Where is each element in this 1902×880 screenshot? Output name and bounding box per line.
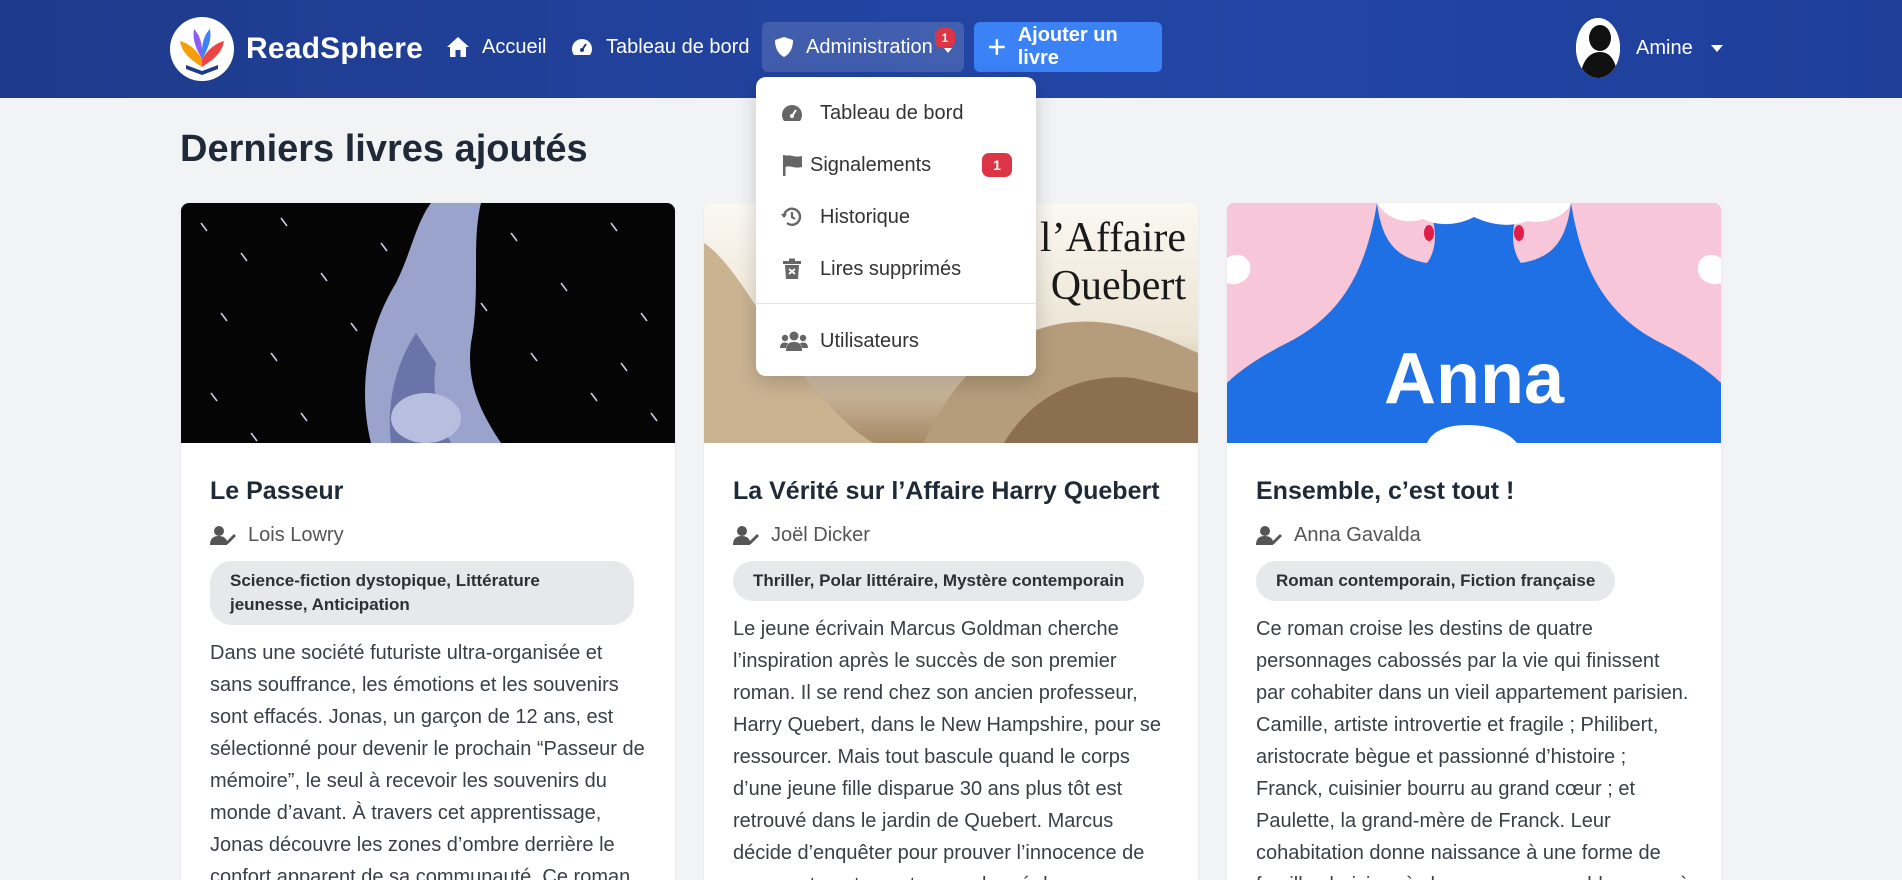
shield-icon (775, 37, 793, 57)
menu-item-deleted-books[interactable]: Lires supprimés (756, 243, 1036, 295)
genre-badge: Roman contemporain, Fiction française (1256, 561, 1616, 601)
book-title[interactable]: La Vérité sur l’Affaire Harry Quebert (733, 477, 1169, 507)
book-author: Joël Dicker (733, 523, 1169, 547)
flag-icon (783, 155, 802, 176)
book-cover (181, 203, 675, 443)
user-menu-toggle[interactable]: Amine (1576, 18, 1723, 78)
book-description: Dans une société futuriste ultra-organis… (210, 642, 645, 880)
user-name: Amine (1636, 36, 1693, 59)
brand-link[interactable]: ReadSphere (170, 17, 423, 81)
menu-divider (756, 303, 1036, 304)
brand-name: ReadSphere (246, 32, 424, 65)
gauge-icon (572, 39, 592, 55)
menu-item-history[interactable]: Historique (756, 191, 1036, 243)
cover-text: Quebert (1051, 263, 1187, 309)
trash-icon (783, 258, 801, 279)
author-icon (733, 526, 759, 545)
chevron-down-icon (1710, 44, 1723, 52)
book-cover: Anna (1227, 203, 1721, 443)
admin-notification-badge: 1 (935, 28, 955, 48)
nav-administration-label: Administration (806, 35, 933, 58)
genre-badge: Thriller, Polar littéraire, Mystère cont… (733, 561, 1145, 601)
brand-logo (170, 17, 234, 81)
administration-dropdown-menu: Tableau de bord Signalements 1 Historiqu… (756, 77, 1036, 376)
book-title[interactable]: Ensemble, c’est tout ! (1256, 477, 1692, 507)
history-icon (781, 207, 802, 226)
users-icon (780, 331, 808, 351)
reports-count-badge: 1 (982, 153, 1012, 177)
menu-item-label: Utilisateurs (820, 329, 919, 352)
page-title: Derniers livres ajoutés (180, 128, 588, 170)
menu-item-users[interactable]: Utilisateurs (756, 315, 1036, 367)
book-description: Le jeune écrivain Marcus Goldman cherche… (733, 618, 1161, 880)
add-book-label: Ajouter un livre (1017, 24, 1118, 69)
chevron-down-icon (944, 48, 952, 53)
author-icon (1256, 526, 1282, 545)
cover-text: l’Affaire (1040, 215, 1186, 261)
avatar (1576, 18, 1620, 78)
book-author-name: Lois Lowry (248, 523, 344, 546)
genre-badge: Science-fiction dystopique, Littérature … (210, 561, 634, 625)
nav-dashboard-label: Tableau de bord (606, 35, 750, 58)
menu-item-label: Signalements (810, 153, 932, 176)
nav-home[interactable]: Accueil (446, 22, 546, 72)
menu-item-label: Lires supprimés (820, 257, 962, 280)
menu-item-label: Historique (820, 205, 911, 228)
book-card[interactable]: Le Passeur Lois Lowry Science-fiction dy… (181, 203, 675, 880)
book-description: Ce roman croise les destins de quatre pe… (1256, 618, 1690, 880)
author-icon (210, 526, 236, 545)
book-author: Anna Gavalda (1256, 523, 1692, 547)
cover-text: Anna (1384, 339, 1565, 419)
add-book-button[interactable]: Ajouter un livre (974, 22, 1162, 72)
book-author-name: Joël Dicker (771, 523, 870, 546)
menu-item-reports[interactable]: Signalements 1 (756, 139, 1036, 191)
book-author-name: Anna Gavalda (1294, 523, 1421, 546)
book-card[interactable]: Anna Ensemble, c’est tout ! Anna Gavalda… (1227, 203, 1721, 880)
nav-dashboard[interactable]: Tableau de bord (570, 22, 749, 72)
menu-item-dashboard[interactable]: Tableau de bord (756, 87, 1036, 139)
gauge-icon (782, 105, 802, 121)
nav-home-label: Accueil (482, 35, 547, 58)
book-author: Lois Lowry (210, 523, 646, 547)
book-title[interactable]: Le Passeur (210, 477, 646, 507)
plus-icon (988, 39, 1005, 55)
menu-item-label: Tableau de bord (820, 101, 964, 124)
nav-administration-toggle[interactable]: Administration 1 (762, 22, 964, 72)
home-icon (447, 37, 469, 57)
